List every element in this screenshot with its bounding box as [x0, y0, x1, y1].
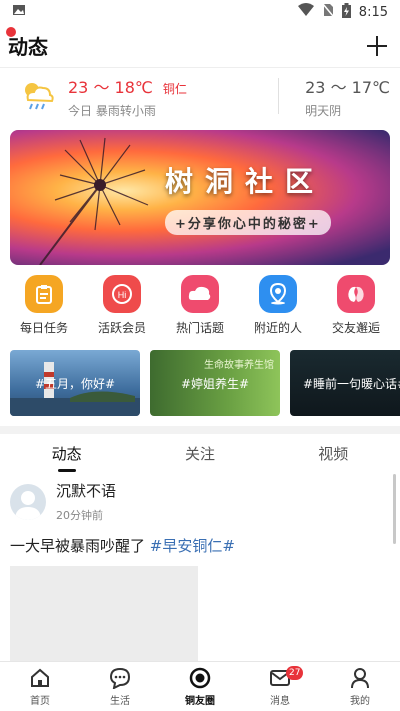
post-body: 一大早被暴雨吵醒了 — [10, 537, 150, 555]
post-header: 沉默不语 20分钟前 — [0, 474, 400, 523]
rain-cloud-icon — [25, 83, 54, 110]
user-icon — [351, 667, 369, 688]
post-hashtag[interactable]: #早安铜仁# — [150, 537, 235, 555]
dandelion-graphic — [39, 137, 149, 265]
quick-link-make-friends[interactable]: 交友邂逅 — [320, 275, 392, 336]
quick-link-label: 热门话题 — [175, 321, 224, 335]
tab-messages[interactable]: 27 消息 — [240, 662, 320, 711]
home-icon — [31, 668, 49, 687]
topic-overlay-text: 生命故事养生馆 — [204, 360, 274, 371]
tomorrow-weather: 23 ～ 17℃ 明天阴 — [305, 74, 390, 119]
avatar[interactable] — [10, 483, 46, 520]
app-bar: 动态 — [0, 24, 400, 68]
quick-link-label: 交友邂逅 — [331, 321, 380, 335]
quick-link-label: 活跃会员 — [97, 321, 146, 335]
tab-label: 我的 — [350, 695, 370, 707]
today-weather: 23 ～ 18℃ 铜仁 今日 暴雨转小雨 — [68, 74, 187, 119]
tab-community[interactable]: 铜友圈 — [160, 662, 240, 711]
weather-divider — [278, 78, 280, 114]
post-image[interactable] — [10, 566, 198, 674]
battery-icon — [341, 2, 351, 22]
post-text: 一大早被暴雨吵醒了 #早安铜仁# — [0, 523, 400, 556]
tab-life[interactable]: 生活 — [80, 662, 160, 711]
topic-card[interactable]: #五月，你好# — [10, 350, 140, 416]
clipboard-icon — [25, 275, 63, 313]
tab-label: 首页 — [30, 695, 50, 707]
tab-label: 铜友圈 — [185, 695, 215, 707]
quick-link-label: 每日任务 — [19, 321, 68, 335]
section-divider — [0, 426, 400, 434]
banner-title: 树洞社区 — [165, 165, 326, 198]
no-sim-icon — [322, 3, 334, 21]
today-temperature: 23 ～ 18℃ — [68, 77, 153, 97]
notification-dot — [6, 27, 16, 37]
weather-widget[interactable]: 23 ～ 18℃ 铜仁 今日 暴雨转小雨 23 ～ 17℃ 明天阴 — [0, 68, 400, 124]
scrollbar[interactable] — [393, 474, 396, 544]
page-title: 动态 — [6, 27, 48, 60]
tab-home[interactable]: 首页 — [0, 662, 80, 711]
clock-time: 8:15 — [358, 4, 388, 20]
location-icon — [259, 275, 297, 313]
chat-bubble-icon — [109, 667, 131, 689]
page-title-text: 动态 — [8, 35, 48, 59]
unread-badge: 27 — [286, 666, 304, 680]
tomorrow-description: 明天阴 — [305, 103, 342, 118]
couple-icon — [337, 275, 375, 313]
quick-links: 每日任务 Hi 活跃会员 热门话题 附近的人 交友邂逅 — [0, 265, 400, 336]
topic-label: #婷姐养生# — [180, 376, 250, 391]
image-notification-icon — [12, 3, 26, 21]
banner-subtitle: +分享你心中的秘密+ — [165, 210, 331, 235]
tab-label: 生活 — [110, 695, 130, 707]
tab-dynamic[interactable]: 动态 — [27, 434, 107, 474]
circle-icon — [189, 667, 211, 688]
topic-label: #睡前一句暖心话# — [302, 376, 400, 391]
quick-link-active-members[interactable]: Hi 活跃会员 — [86, 275, 158, 336]
feed-tabs: 动态 关注 视频 — [0, 434, 400, 474]
bottom-tab-bar: 首页 生活 铜友圈 27 消息 我的 — [0, 661, 400, 711]
tomorrow-temperature: 23 ～ 17℃ — [305, 77, 390, 97]
topic-card[interactable]: #睡前一句暖心话# — [290, 350, 400, 416]
hi-icon: Hi — [103, 275, 141, 313]
add-post-button[interactable] — [364, 33, 390, 59]
today-description: 今日 暴雨转小雨 — [68, 103, 156, 118]
post-author[interactable]: 沉默不语 — [56, 480, 116, 501]
chat-cloud-icon — [181, 275, 219, 313]
post-time: 20分钟前 — [56, 509, 103, 522]
topic-card[interactable]: 生命故事养生馆 #婷姐养生# — [150, 350, 280, 416]
quick-link-nearby-people[interactable]: 附近的人 — [242, 275, 314, 336]
topic-carousel[interactable]: #五月，你好# 生命故事养生馆 #婷姐养生# #睡前一句暖心话# — [0, 336, 400, 416]
tab-label: 消息 — [270, 695, 290, 707]
tab-following[interactable]: 关注 — [160, 434, 240, 474]
topic-label: #五月，你好# — [34, 376, 116, 391]
quick-link-daily-tasks[interactable]: 每日任务 — [8, 275, 80, 336]
promo-banner[interactable]: 树洞社区 +分享你心中的秘密+ — [10, 130, 390, 265]
tab-videos[interactable]: 视频 — [293, 434, 373, 474]
feed-post[interactable]: 沉默不语 20分钟前 一大早被暴雨吵醒了 #早安铜仁# — [0, 474, 400, 674]
city-name: 铜仁 — [162, 81, 187, 96]
wifi-icon — [297, 3, 314, 21]
quick-link-label: 附近的人 — [253, 321, 302, 335]
quick-link-hot-topics[interactable]: 热门话题 — [164, 275, 236, 336]
tab-profile[interactable]: 我的 — [320, 662, 400, 711]
status-bar: 8:15 — [0, 0, 400, 24]
svg-text:Hi: Hi — [118, 290, 127, 300]
